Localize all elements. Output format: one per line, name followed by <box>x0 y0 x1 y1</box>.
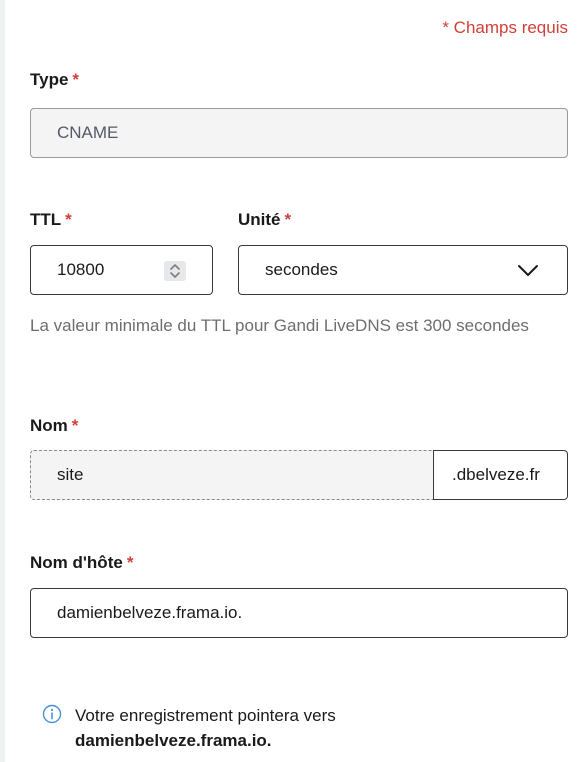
unit-label-text: Unité <box>238 210 281 229</box>
required-fields-note: * Champs requis <box>442 18 568 37</box>
name-label: Nom * <box>30 416 78 436</box>
domain-suffix-text: .dbelveze.fr <box>452 465 540 484</box>
type-value: CNAME <box>57 123 119 142</box>
type-field: CNAME <box>30 108 568 158</box>
name-value: site <box>57 465 84 484</box>
name-label-text: Nom <box>30 416 68 435</box>
required-star: * <box>72 70 80 89</box>
unit-value: secondes <box>265 260 338 279</box>
info-text: Votre enregistrement pointera vers damie… <box>75 703 336 753</box>
hostname-label: Nom d'hôte * <box>30 553 133 573</box>
info-message: Votre enregistrement pointera vers damie… <box>42 703 336 753</box>
ttl-help-text: La valeur minimale du TTL pour Gandi Liv… <box>30 316 529 335</box>
unit-select[interactable]: secondes <box>238 245 568 295</box>
info-icon <box>42 704 62 724</box>
required-star: * <box>71 416 79 435</box>
ttl-label-text: TTL <box>30 210 62 229</box>
required-star: * <box>65 210 72 229</box>
chevron-down-icon <box>518 265 538 276</box>
required-star: * <box>284 210 292 229</box>
ttl-value: 10800 <box>57 260 105 279</box>
ttl-label: TTL * <box>30 210 72 230</box>
ttl-input[interactable]: 10800 <box>30 245 213 295</box>
required-star: * <box>126 553 134 572</box>
type-label: Type * <box>30 70 79 90</box>
hostname-input[interactable]: damienbelveze.frama.io. <box>30 588 568 638</box>
unit-label: Unité * <box>238 210 291 230</box>
hostname-value: damienbelveze.frama.io. <box>57 603 243 622</box>
info-message-text: Votre enregistrement pointera vers <box>75 706 336 725</box>
info-target-hostname: damienbelveze.frama.io. <box>75 731 272 750</box>
domain-suffix: .dbelveze.fr <box>433 450 568 500</box>
up-down-chevron-icon[interactable] <box>164 261 186 281</box>
hostname-label-text: Nom d'hôte <box>30 553 123 572</box>
name-input[interactable]: site <box>30 450 434 500</box>
dns-record-form: * Champs requis Type * CNAME TTL * 10800 U… <box>0 0 587 762</box>
type-label-text: Type <box>30 70 69 89</box>
left-edge-strip <box>0 0 5 762</box>
